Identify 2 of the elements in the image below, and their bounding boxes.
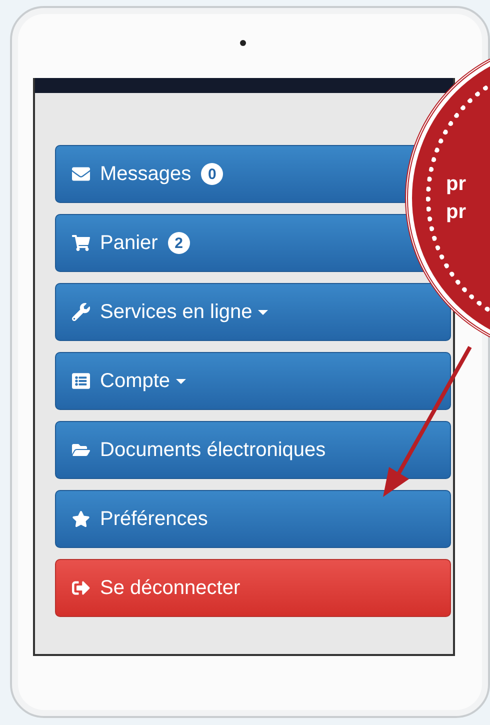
count-badge: 0 xyxy=(201,163,224,185)
count-badge: 2 xyxy=(168,232,190,254)
